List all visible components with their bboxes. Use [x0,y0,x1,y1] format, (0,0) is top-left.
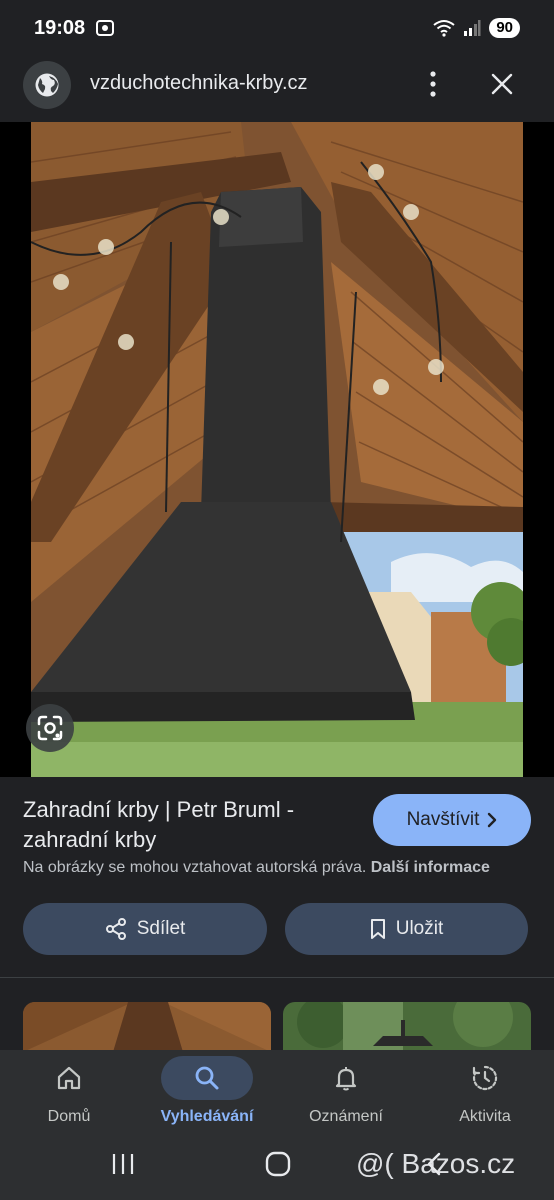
nav-label: Domů [47,1108,91,1125]
site-info-button[interactable] [23,61,71,109]
activity-icon [472,1065,498,1091]
status-bar: 19:08 90 [0,0,554,58]
share-label: Sdílet [136,918,186,939]
nav-label: Oznámení [309,1108,383,1125]
gazebo-chimney-hood-photo [31,122,523,777]
save-button[interactable]: Uložit [285,903,528,955]
garden-thumbnail [283,1002,531,1052]
save-label: Uložit [395,918,444,939]
nav-home[interactable]: Domů [0,1050,138,1140]
lens-icon [37,715,63,741]
copyright-text: Na obrázky se mohou vztahovat autorská p… [23,859,367,876]
bottom-navigation: Domů Vyhledávání Oznámení Aktivita [0,1050,554,1140]
watermark: @( Bazos.cz [356,1148,516,1179]
nav-label: Vyhledávání [160,1108,254,1125]
share-icon [105,918,126,940]
visit-button[interactable]: Navštívit [373,794,531,846]
status-icons: 90 [433,18,520,38]
divider [0,977,554,978]
signal-icon [464,20,481,36]
nav-label: Aktivita [459,1108,511,1125]
chevron-right-icon [488,812,497,828]
status-time: 19:08 [34,17,86,39]
recent-apps-button[interactable] [110,1152,136,1176]
lens-search-button[interactable] [26,704,74,752]
close-button[interactable] [484,66,520,102]
wifi-icon [433,20,455,37]
close-icon [491,73,513,95]
copyright-notice: Na obrázky se mohou vztahovat autorská p… [23,859,490,877]
more-options-button[interactable] [420,66,446,102]
wooden-roof-thumbnail [23,1002,271,1052]
bell-icon [335,1067,357,1091]
url-bar: vzduchotechnika-krby.cz [0,58,554,122]
more-info-link[interactable]: Další informace [371,859,490,876]
nav-search[interactable]: Vyhledávání [138,1050,276,1140]
globe-icon [35,73,59,97]
search-icon [195,1066,219,1090]
share-button[interactable]: Sdílet [23,903,267,955]
more-vert-icon [430,71,436,97]
nav-notifications[interactable]: Oznámení [277,1050,415,1140]
related-image-thumbnail[interactable] [23,1002,271,1052]
screenshot-icon [96,20,114,36]
home-icon [57,1066,81,1090]
result-title[interactable]: Zahradní krby | Petr Bruml - zahradní kr… [23,795,343,855]
result-image[interactable] [31,122,523,777]
nav-activity[interactable]: Aktivita [416,1050,554,1140]
url-domain[interactable]: vzduchotechnika-krby.cz [90,72,308,95]
bookmark-icon [370,919,385,939]
related-image-thumbnail[interactable] [283,1002,531,1052]
home-system-button[interactable] [264,1150,292,1178]
battery-badge: 90 [489,18,520,38]
visit-label: Navštívit [406,809,480,830]
